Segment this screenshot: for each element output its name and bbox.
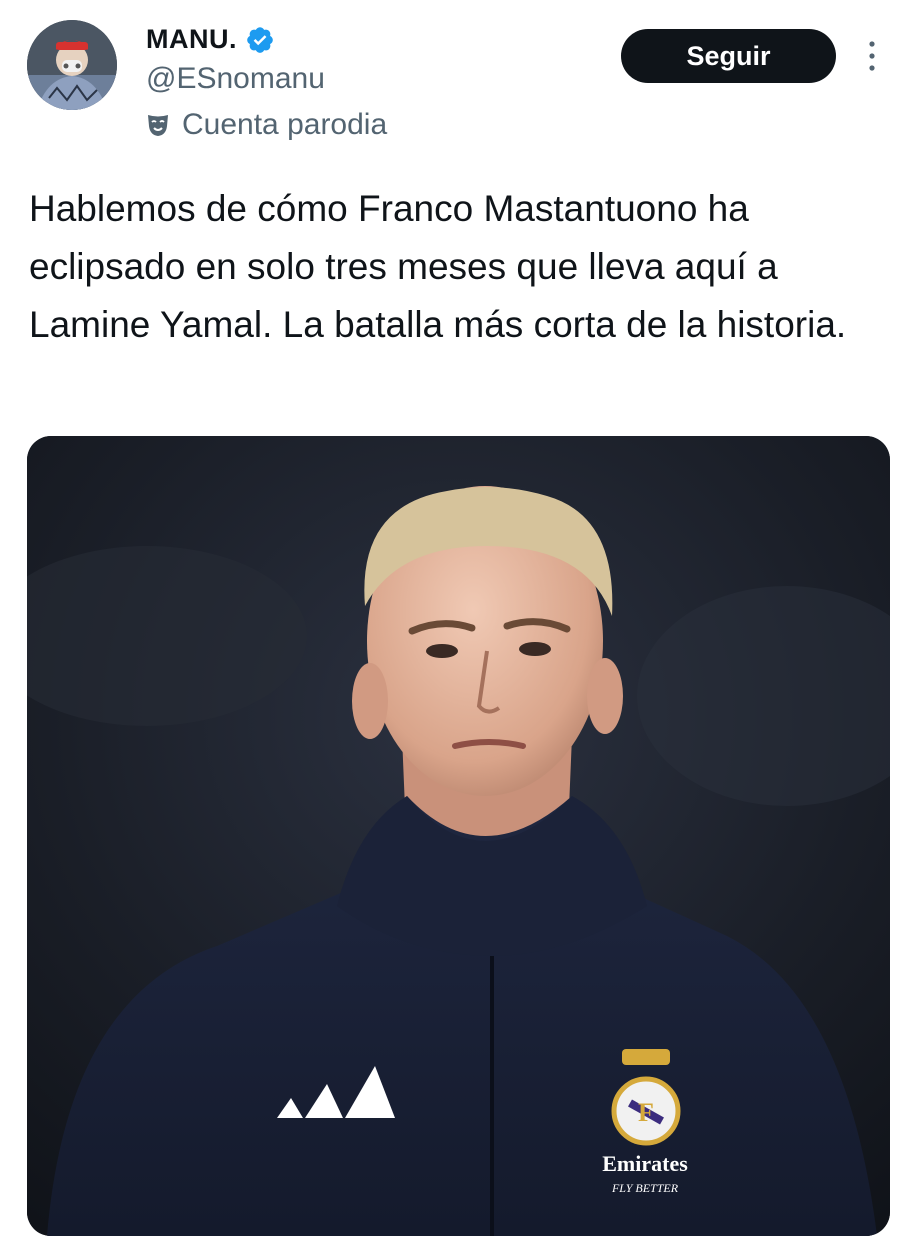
- real-madrid-crest-icon: F: [611, 1049, 681, 1146]
- author-name-row[interactable]: MANU.: [146, 24, 275, 55]
- theater-masks-icon: [148, 115, 168, 136]
- svg-text:F: F: [638, 1098, 654, 1127]
- display-name[interactable]: MANU.: [146, 24, 237, 55]
- parody-label-text: Cuenta parodia: [182, 108, 388, 141]
- author-handle[interactable]: @ESnomanu: [146, 62, 325, 96]
- tweet-media-photo[interactable]: F Emirates FLY BETTER: [27, 436, 890, 1236]
- avatar[interactable]: [27, 20, 117, 110]
- tweet-text: Hablemos de cómo Franco Mastantuono ha e…: [29, 188, 847, 345]
- sponsor-text: Emirates: [602, 1151, 688, 1176]
- follow-button[interactable]: Seguir: [621, 29, 836, 83]
- more-vertical-icon[interactable]: [862, 36, 882, 76]
- sponsor-tagline: FLY BETTER: [611, 1181, 679, 1195]
- verified-badge-icon: [247, 26, 273, 53]
- player-photo: F Emirates FLY BETTER: [27, 436, 890, 1236]
- parody-label: Cuenta parodia: [146, 108, 387, 142]
- avatar-image: [27, 20, 117, 110]
